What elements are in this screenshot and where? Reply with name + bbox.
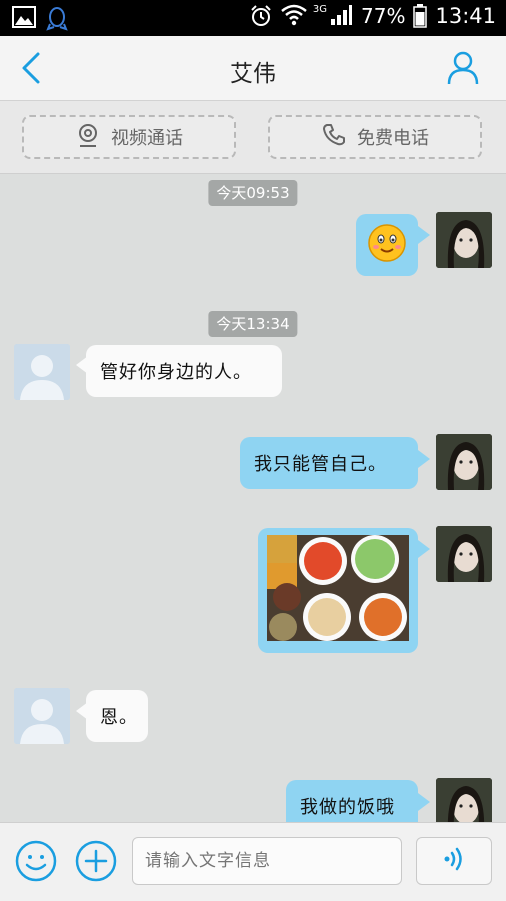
timestamp: 今天13:34 [208,311,298,337]
status-left-icons [12,6,70,31]
message-text: 管好你身边的人。 [100,362,252,383]
status-bar: 3G 77% 13:41 [0,0,506,36]
qq-notification-icon [46,6,70,31]
message-bubble-text[interactable]: 我只能管自己。 [240,437,418,489]
self-avatar[interactable] [436,212,492,268]
network-type-label: 3G [312,3,328,15]
self-avatar[interactable] [436,434,492,490]
food-photo-image[interactable] [267,535,409,646]
input-bar [0,822,506,901]
profile-button[interactable] [446,50,480,86]
user-icon [446,51,480,90]
smiley-emoji-icon [367,223,407,268]
smiley-icon [14,840,58,887]
wifi-icon [281,4,307,28]
message-bubble-text[interactable]: 恩。 [86,690,148,742]
self-avatar[interactable] [436,526,492,582]
message-bubble-emoji[interactable] [356,214,418,276]
video-call-button[interactable]: 视频通话 [22,115,236,159]
bubble-tail [418,540,430,558]
battery-percent: 77% [361,4,406,28]
voice-button[interactable] [416,837,492,885]
message-text: 我只能管自己。 [254,454,387,475]
message-text: 我做的饭哦 [300,797,395,818]
message-bubble-image[interactable] [258,528,418,653]
message-bubble-text[interactable]: 管好你身边的人。 [86,345,282,397]
phone-icon [321,122,347,153]
contact-avatar[interactable] [14,344,70,400]
call-actions-bar: 视频通话 免费电话 [0,101,506,174]
alarm-icon [249,4,273,28]
battery-icon [413,4,428,28]
chat-header: 艾伟 [0,36,506,101]
status-right: 3G 77% 13:41 [249,4,496,28]
free-call-button[interactable]: 免费电话 [268,115,482,159]
bubble-tail [418,793,430,811]
free-call-label: 免费电话 [357,128,429,149]
contact-avatar[interactable] [14,688,70,744]
timestamp: 今天09:53 [208,180,298,206]
plus-icon [74,840,118,887]
emoji-button[interactable] [14,839,58,883]
video-call-label: 视频通话 [111,128,183,149]
voice-wave-icon [441,846,467,876]
bubble-tail [418,450,430,468]
camera-icon [75,122,101,153]
signal-icon [329,4,353,28]
bubble-tail [418,226,430,244]
contact-name: 艾伟 [230,61,276,87]
gallery-notification-icon [12,6,36,30]
more-button[interactable] [74,839,118,883]
message-text: 恩。 [100,707,138,728]
message-input[interactable] [132,837,402,885]
clock: 13:41 [435,4,496,28]
